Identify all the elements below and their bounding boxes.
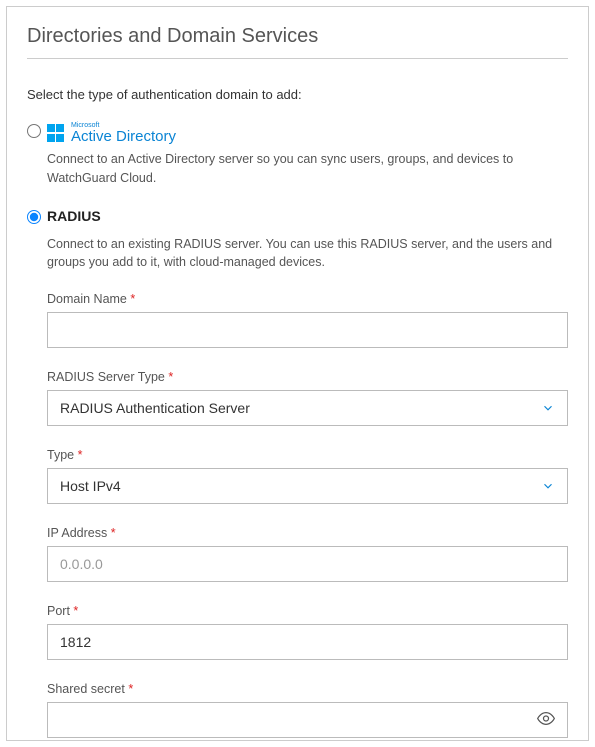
port-input[interactable] xyxy=(47,624,568,660)
server-type-select[interactable]: RADIUS Authentication Server xyxy=(47,390,568,426)
radius-name-label: RADIUS xyxy=(47,208,101,224)
chevron-down-icon xyxy=(541,401,555,415)
radius-form: Domain Name * RADIUS Server Type * RADIU… xyxy=(47,292,568,738)
eye-icon xyxy=(536,709,556,732)
domain-name-input[interactable] xyxy=(47,312,568,348)
intro-text: Select the type of authentication domain… xyxy=(27,87,568,102)
domain-name-label: Domain Name * xyxy=(47,292,568,306)
chevron-down-icon xyxy=(541,479,555,493)
addr-type-select[interactable]: Host IPv4 xyxy=(47,468,568,504)
port-label: Port * xyxy=(47,604,568,618)
ip-address-input[interactable] xyxy=(47,546,568,582)
toggle-visibility-button[interactable] xyxy=(534,707,558,734)
addr-type-label: Type * xyxy=(47,448,568,462)
addr-type-value: Host IPv4 xyxy=(60,478,121,494)
ad-name-label: Active Directory xyxy=(71,129,176,144)
shared-secret-input[interactable] xyxy=(47,702,568,738)
server-type-value: RADIUS Authentication Server xyxy=(60,400,250,416)
radius-description: Connect to an existing RADIUS server. Yo… xyxy=(47,235,568,273)
windows-logo-icon xyxy=(47,124,65,142)
option-active-directory[interactable]: Microsoft Active Directory xyxy=(27,122,568,144)
ip-address-label: IP Address * xyxy=(47,526,568,540)
server-type-label: RADIUS Server Type * xyxy=(47,370,568,384)
page-title: Directories and Domain Services xyxy=(27,25,568,59)
ad-description: Connect to an Active Directory server so… xyxy=(47,150,568,188)
shared-secret-label: Shared secret * xyxy=(47,682,568,696)
directories-panel: Directories and Domain Services Select t… xyxy=(6,6,589,741)
option-radius[interactable]: RADIUS xyxy=(27,208,568,229)
radio-radius[interactable] xyxy=(27,210,41,224)
radio-active-directory[interactable] xyxy=(27,124,41,138)
